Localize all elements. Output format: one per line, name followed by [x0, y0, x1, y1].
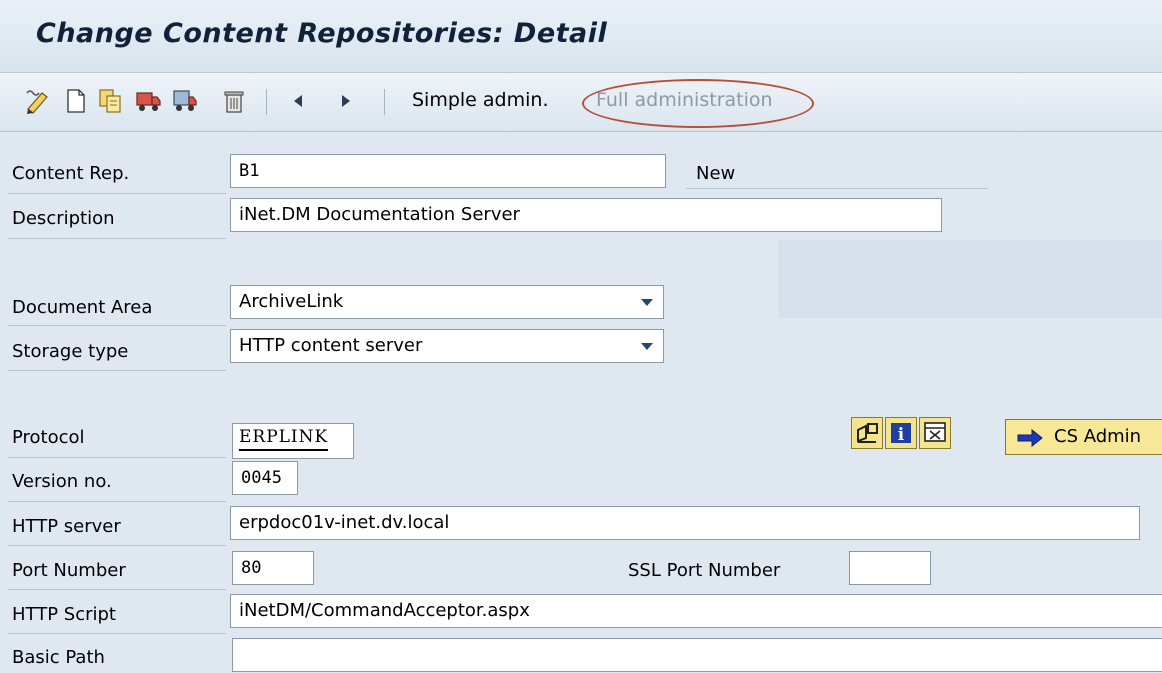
document-area-value: ArchiveLink	[239, 291, 344, 312]
document-area-select[interactable]: ArchiveLink	[230, 285, 664, 319]
ssl-port-number-label: SSL Port Number	[628, 560, 781, 581]
label-underline	[8, 457, 226, 458]
basic-path-input[interactable]	[232, 638, 1162, 672]
new-document-icon[interactable]	[62, 87, 90, 115]
dropdown-arrow-icon[interactable]	[641, 299, 653, 306]
storage-type-select[interactable]: HTTP content server	[230, 329, 664, 363]
http-server-label: HTTP server	[12, 516, 121, 537]
label-underline	[8, 370, 226, 371]
protocol-input[interactable]: ERPLINK	[232, 423, 354, 459]
settings-tool-icon[interactable]	[851, 417, 883, 449]
port-number-input[interactable]: 80	[232, 551, 314, 585]
arrow-right-icon	[1017, 429, 1043, 447]
next-icon[interactable]	[332, 87, 360, 115]
cs-admin-button[interactable]: CS Admin	[1005, 419, 1162, 455]
port-number-label: Port Number	[12, 560, 126, 581]
label-underline	[8, 501, 226, 502]
protocol-label: Protocol	[12, 427, 85, 448]
label-underline	[8, 193, 226, 194]
content-rep-label: Content Rep.	[12, 163, 130, 184]
basic-path-label: Basic Path	[12, 647, 105, 668]
window-title: Change Content Repositories: Detail	[36, 18, 608, 49]
description-input[interactable]: iNet.DM Documentation Server	[230, 198, 942, 232]
status-underline	[686, 188, 988, 189]
storage-type-value: HTTP content server	[239, 335, 423, 356]
previous-icon[interactable]	[284, 87, 312, 115]
display-icon[interactable]	[919, 417, 951, 449]
simple-admin-button[interactable]: Simple admin.	[412, 89, 549, 111]
storage-type-label: Storage type	[12, 341, 129, 362]
toolbar-separator	[384, 89, 385, 115]
content-rep-status: New	[696, 163, 736, 184]
application-toolbar: Simple admin. Full administration	[0, 73, 1162, 132]
svg-text:i: i	[898, 425, 905, 445]
document-area-label: Document Area	[12, 297, 153, 318]
transport-request-icon[interactable]	[170, 87, 198, 115]
version-input[interactable]: 0045	[232, 461, 298, 495]
copy-icon[interactable]	[96, 87, 124, 115]
information-icon[interactable]: i	[885, 417, 917, 449]
title-bar: Change Content Repositories: Detail	[0, 0, 1162, 73]
label-underline	[8, 545, 226, 546]
toolbar-separator	[266, 89, 267, 115]
dropdown-arrow-icon[interactable]	[641, 343, 653, 350]
label-underline	[8, 325, 226, 326]
label-underline	[8, 589, 226, 590]
ssl-port-number-input[interactable]	[849, 551, 931, 585]
http-server-input[interactable]: erpdoc01v-inet.dv.local	[230, 506, 1140, 540]
description-label: Description	[12, 208, 115, 229]
label-underline	[8, 633, 226, 634]
http-script-label: HTTP Script	[12, 604, 116, 625]
protocol-value: ERPLINK	[239, 427, 329, 451]
delete-icon[interactable]	[220, 87, 248, 115]
cs-admin-label: CS Admin	[1054, 426, 1142, 447]
content-rep-input[interactable]: B1	[230, 154, 666, 188]
http-script-input[interactable]: iNetDM/CommandAcceptor.aspx	[230, 594, 1162, 628]
transport-icon[interactable]	[134, 87, 162, 115]
label-underline	[8, 238, 226, 239]
version-label: Version no.	[12, 471, 112, 492]
highlight-annotation	[582, 79, 814, 128]
edit-pencil-icon[interactable]	[24, 87, 52, 115]
background-shadow	[778, 240, 1162, 318]
